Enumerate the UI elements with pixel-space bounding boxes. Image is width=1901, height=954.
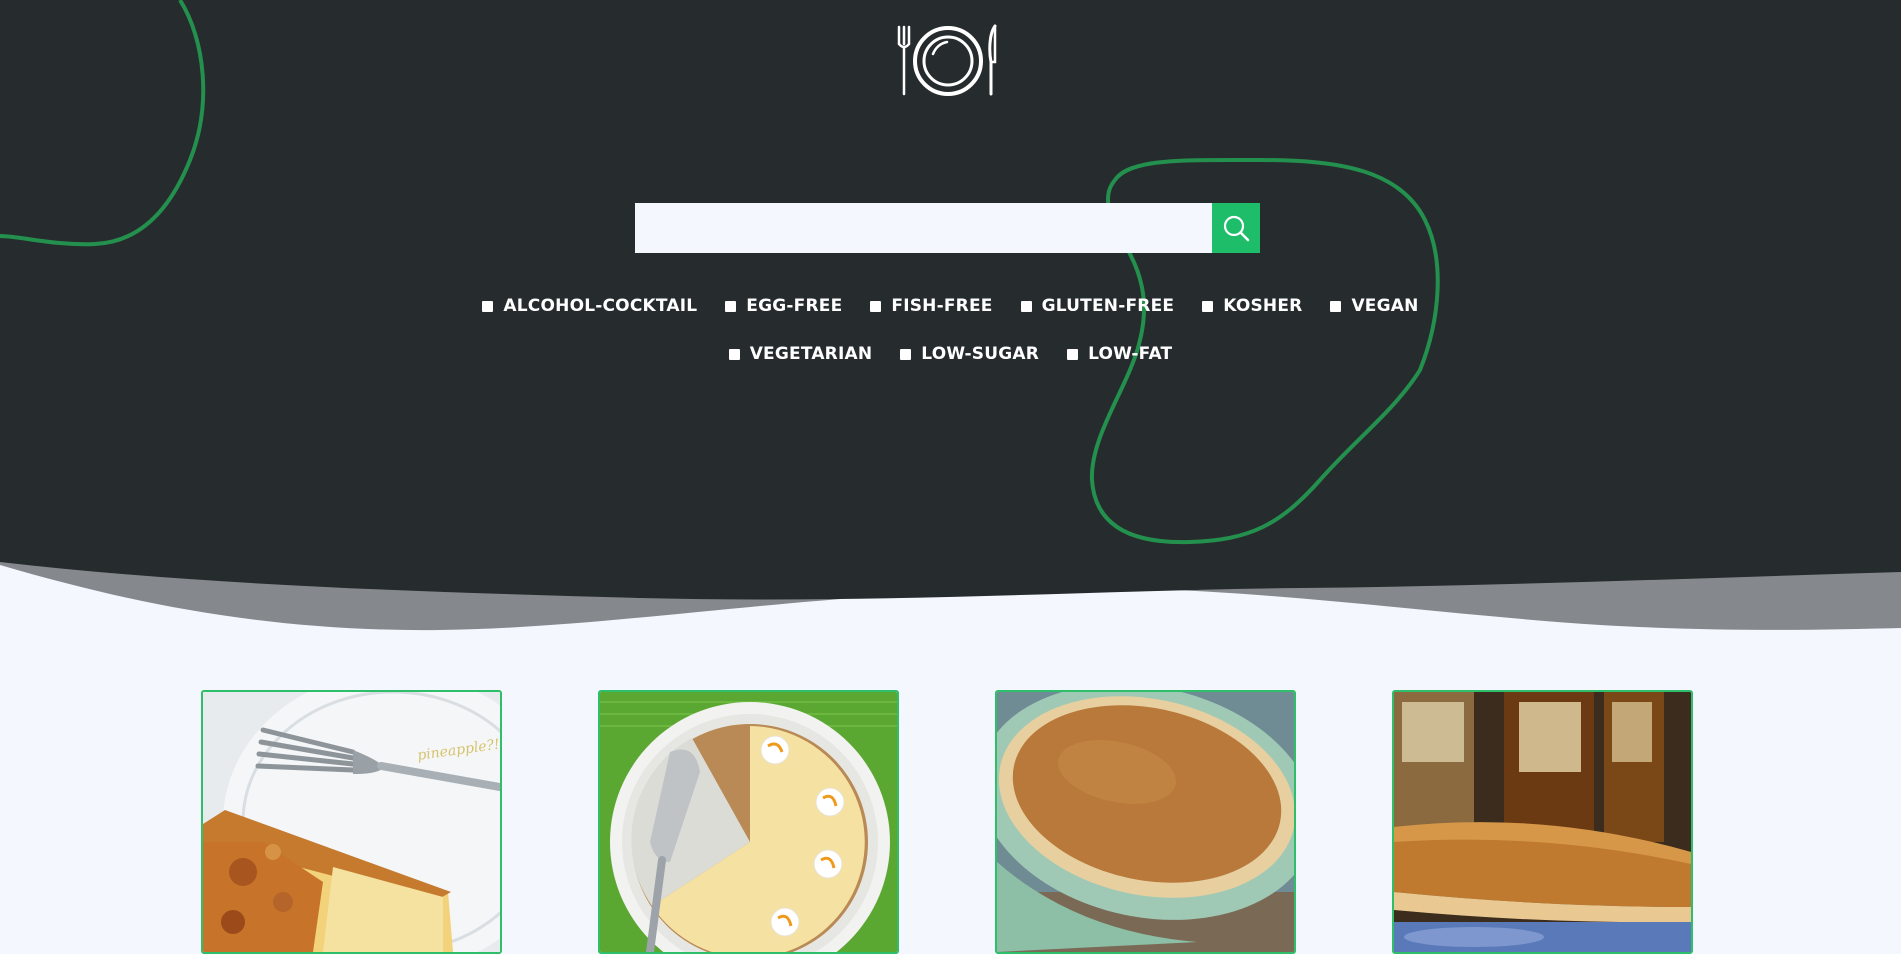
diet-filters: ALCOHOL-COCKTAIL EGG-FREE FISH-FREE GLUT…: [0, 296, 1901, 364]
recipe-card[interactable]: [598, 690, 899, 954]
checkbox[interactable]: [1067, 348, 1079, 360]
filter-fish-free[interactable]: FISH-FREE: [870, 296, 992, 316]
checkbox[interactable]: [728, 348, 740, 360]
checkbox[interactable]: [725, 300, 737, 312]
recipe-image: [1394, 692, 1691, 952]
recipe-image: [997, 692, 1294, 952]
filter-label: GLUTEN-FREE: [1041, 296, 1175, 316]
filter-label: ALCOHOL-COCKTAIL: [503, 296, 698, 316]
checkbox[interactable]: [1202, 300, 1214, 312]
filter-alcohol-cocktail[interactable]: ALCOHOL-COCKTAIL: [482, 296, 697, 316]
filter-label: LOW-FAT: [1088, 344, 1173, 364]
filter-vegetarian[interactable]: VEGETARIAN: [728, 344, 873, 364]
filter-gluten-free[interactable]: GLUTEN-FREE: [1020, 296, 1175, 316]
filter-label: FISH-FREE: [891, 296, 993, 316]
recipe-image: [600, 692, 897, 952]
filters-row-2: VEGETARIAN LOW-SUGAR LOW-FAT: [0, 344, 1901, 364]
filter-low-sugar[interactable]: LOW-SUGAR: [900, 344, 1039, 364]
filter-label: KOSHER: [1223, 296, 1303, 316]
plate-fork-knife-icon: [897, 24, 997, 96]
filter-label: VEGETARIAN: [749, 344, 873, 364]
recipe-card[interactable]: [1392, 690, 1693, 954]
filter-label: EGG-FREE: [746, 296, 843, 316]
checkbox[interactable]: [900, 348, 912, 360]
recipe-image: pineapple?!: [203, 692, 500, 952]
search-input[interactable]: [635, 203, 1212, 253]
search-button[interactable]: [1212, 203, 1260, 253]
search-icon: [1223, 215, 1250, 242]
filter-vegan[interactable]: VEGAN: [1330, 296, 1418, 316]
filter-kosher[interactable]: KOSHER: [1202, 296, 1302, 316]
checkbox[interactable]: [1330, 300, 1342, 312]
checkbox[interactable]: [1020, 300, 1032, 312]
search-bar: [635, 203, 1260, 253]
recipe-grid: pineapple?!: [0, 690, 1901, 954]
filter-label: LOW-SUGAR: [921, 344, 1040, 364]
recipe-card[interactable]: pineapple?!: [201, 690, 502, 954]
hero-section: ALCOHOL-COCKTAIL EGG-FREE FISH-FREE GLUT…: [0, 0, 1901, 640]
filter-label: VEGAN: [1351, 296, 1419, 316]
checkbox[interactable]: [482, 300, 494, 312]
filter-low-fat[interactable]: LOW-FAT: [1067, 344, 1172, 364]
filter-egg-free[interactable]: EGG-FREE: [725, 296, 842, 316]
filters-row-1: ALCOHOL-COCKTAIL EGG-FREE FISH-FREE GLUT…: [0, 296, 1901, 316]
recipe-card[interactable]: [995, 690, 1296, 954]
checkbox[interactable]: [870, 300, 882, 312]
